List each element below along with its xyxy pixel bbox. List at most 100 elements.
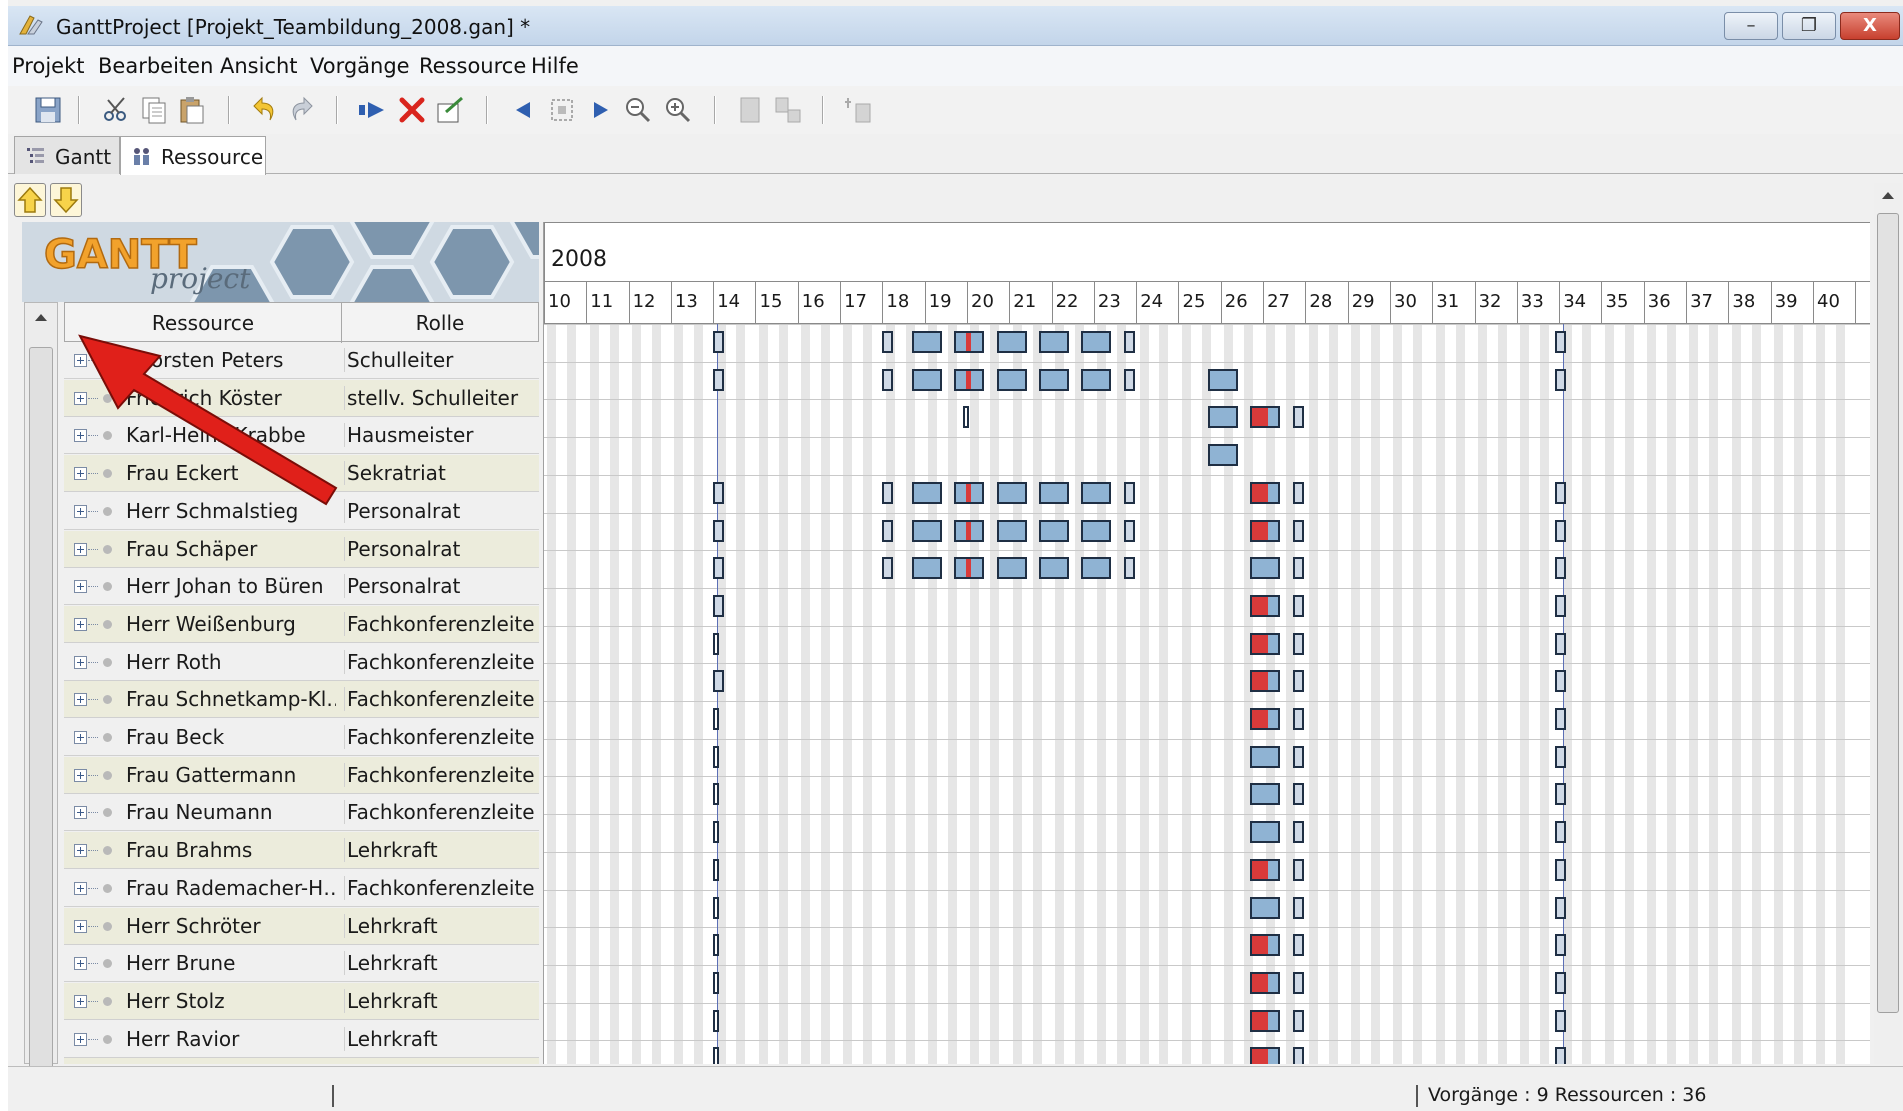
- allocation-bar[interactable]: [1554, 821, 1566, 844]
- allocation-bar[interactable]: [1292, 594, 1304, 617]
- allocation-bar[interactable]: [954, 331, 985, 353]
- scroll-right-icon[interactable]: [584, 94, 616, 126]
- allocation-bar[interactable]: [713, 519, 725, 542]
- expand-icon[interactable]: [74, 957, 87, 971]
- allocation-bar[interactable]: [912, 368, 942, 391]
- allocation-bar[interactable]: [1038, 481, 1069, 504]
- allocation-bar[interactable]: [713, 934, 720, 957]
- scroll-left-icon[interactable]: [508, 94, 540, 126]
- delete-icon[interactable]: [396, 94, 428, 126]
- allocation-bar[interactable]: [1554, 971, 1566, 994]
- allocation-bar[interactable]: [1081, 519, 1112, 542]
- table-row[interactable]: Herr Brune Lehrkraft: [64, 945, 539, 983]
- table-row[interactable]: Herr WestkampLehrkraft: [64, 1058, 539, 1064]
- allocation-bar[interactable]: [713, 557, 725, 580]
- allocation-bar[interactable]: [1250, 1009, 1281, 1032]
- allocation-bar[interactable]: [962, 406, 969, 429]
- allocation-bar[interactable]: [1038, 557, 1069, 580]
- expand-icon[interactable]: [74, 919, 87, 933]
- allocation-bar[interactable]: [1554, 670, 1566, 693]
- table-row[interactable]: Frau Schäper Personalrat: [64, 530, 539, 568]
- allocation-bar[interactable]: [912, 331, 942, 353]
- allocation-bar[interactable]: [1554, 519, 1566, 542]
- allocation-bar[interactable]: [713, 858, 720, 881]
- allocation-bar[interactable]: [1250, 519, 1281, 542]
- allocation-bar[interactable]: [1554, 594, 1566, 617]
- allocation-bar[interactable]: [713, 594, 725, 617]
- expand-icon[interactable]: [74, 731, 87, 744]
- allocation-bar[interactable]: [1081, 557, 1112, 580]
- allocation-bar[interactable]: [1081, 481, 1112, 504]
- allocation-bar[interactable]: [1250, 821, 1281, 844]
- indent-icon[interactable]: [356, 94, 388, 126]
- new-task-icon[interactable]: [734, 94, 766, 126]
- allocation-bar[interactable]: [1292, 934, 1304, 957]
- allocation-bar[interactable]: [882, 519, 894, 542]
- allocation-bar[interactable]: [1123, 519, 1135, 542]
- allocation-bar[interactable]: [912, 481, 942, 504]
- table-row[interactable]: Friedrich Köster stellv. Schulleiter: [64, 379, 539, 417]
- allocation-bar[interactable]: [1554, 481, 1566, 504]
- copy-icon[interactable]: [138, 94, 170, 126]
- allocation-bar[interactable]: [713, 783, 720, 806]
- expand-icon[interactable]: [74, 467, 87, 481]
- allocation-bar[interactable]: [1123, 481, 1135, 504]
- allocation-bar[interactable]: [1292, 783, 1304, 806]
- menu-ressource[interactable]: Ressource: [419, 54, 526, 78]
- properties-icon[interactable]: [434, 94, 466, 126]
- expand-icon[interactable]: [74, 391, 87, 405]
- allocation-bar[interactable]: [713, 896, 720, 919]
- tab-ressource[interactable]: Ressource: [120, 136, 266, 175]
- link-icon[interactable]: [772, 94, 804, 126]
- allocation-bar[interactable]: [1292, 896, 1304, 919]
- maximize-button[interactable]: ❐: [1782, 12, 1836, 40]
- table-row[interactable]: Frau Beck Fachkonferenzleiter: [64, 719, 539, 756]
- allocation-bar[interactable]: [882, 557, 894, 580]
- move-down-button[interactable]: [50, 183, 82, 217]
- allocation-bar[interactable]: [1038, 519, 1069, 542]
- allocation-bar[interactable]: [1208, 406, 1239, 429]
- table-row[interactable]: Herr Roth Fachkonferenzleiter: [64, 644, 539, 681]
- allocation-bar[interactable]: [713, 971, 720, 994]
- allocation-bar[interactable]: [1250, 745, 1281, 768]
- allocation-bar[interactable]: [1250, 1047, 1281, 1064]
- expand-icon[interactable]: [74, 504, 87, 518]
- allocation-bar[interactable]: [1292, 481, 1304, 504]
- allocation-bar[interactable]: [1554, 896, 1566, 919]
- allocation-bar[interactable]: [1554, 331, 1566, 353]
- zoom-in-icon[interactable]: [662, 94, 694, 126]
- table-vertical-scrollbar[interactable]: [24, 302, 58, 1077]
- allocation-bar[interactable]: [713, 745, 720, 768]
- scrollbar-thumb[interactable]: [1877, 213, 1899, 1013]
- scroll-up-arrow-icon[interactable]: [1874, 183, 1902, 211]
- allocation-bar[interactable]: [1292, 406, 1304, 429]
- expand-icon[interactable]: [74, 580, 87, 594]
- column-header-rolle[interactable]: Rolle: [342, 303, 538, 343]
- table-row[interactable]: Thorsten Peters Schulleiter: [64, 342, 539, 379]
- move-up-button[interactable]: [14, 183, 46, 217]
- allocation-bar[interactable]: [996, 368, 1027, 391]
- expand-icon[interactable]: [74, 542, 87, 556]
- expand-icon[interactable]: [74, 806, 87, 820]
- allocation-bar[interactable]: [1123, 557, 1135, 580]
- allocation-bar[interactable]: [1554, 745, 1566, 768]
- allocation-bar[interactable]: [996, 557, 1027, 580]
- allocation-bar[interactable]: [1554, 708, 1566, 730]
- expand-icon[interactable]: [74, 693, 87, 707]
- allocation-bar[interactable]: [713, 708, 720, 730]
- table-row[interactable]: Frau Schnetkamp-Kl… Fachkonferenzleiter: [64, 681, 539, 719]
- allocation-bar[interactable]: [882, 331, 894, 353]
- table-row[interactable]: Frau Gattermann Fachkonferenzleiter: [64, 756, 539, 794]
- expand-icon[interactable]: [74, 844, 87, 858]
- allocation-bar[interactable]: [1554, 783, 1566, 806]
- allocation-bar[interactable]: [1123, 368, 1135, 391]
- menu-ansicht[interactable]: Ansicht: [220, 54, 298, 78]
- expand-icon[interactable]: [74, 881, 87, 895]
- allocation-bar[interactable]: [1292, 708, 1304, 730]
- allocation-bar[interactable]: [1554, 368, 1566, 391]
- allocation-bar[interactable]: [1292, 971, 1304, 994]
- allocation-bar[interactable]: [1250, 594, 1281, 617]
- table-row[interactable]: Herr Johan to Büren Personalrat: [64, 568, 539, 606]
- expand-icon[interactable]: [74, 354, 87, 367]
- cut-icon[interactable]: [100, 94, 132, 126]
